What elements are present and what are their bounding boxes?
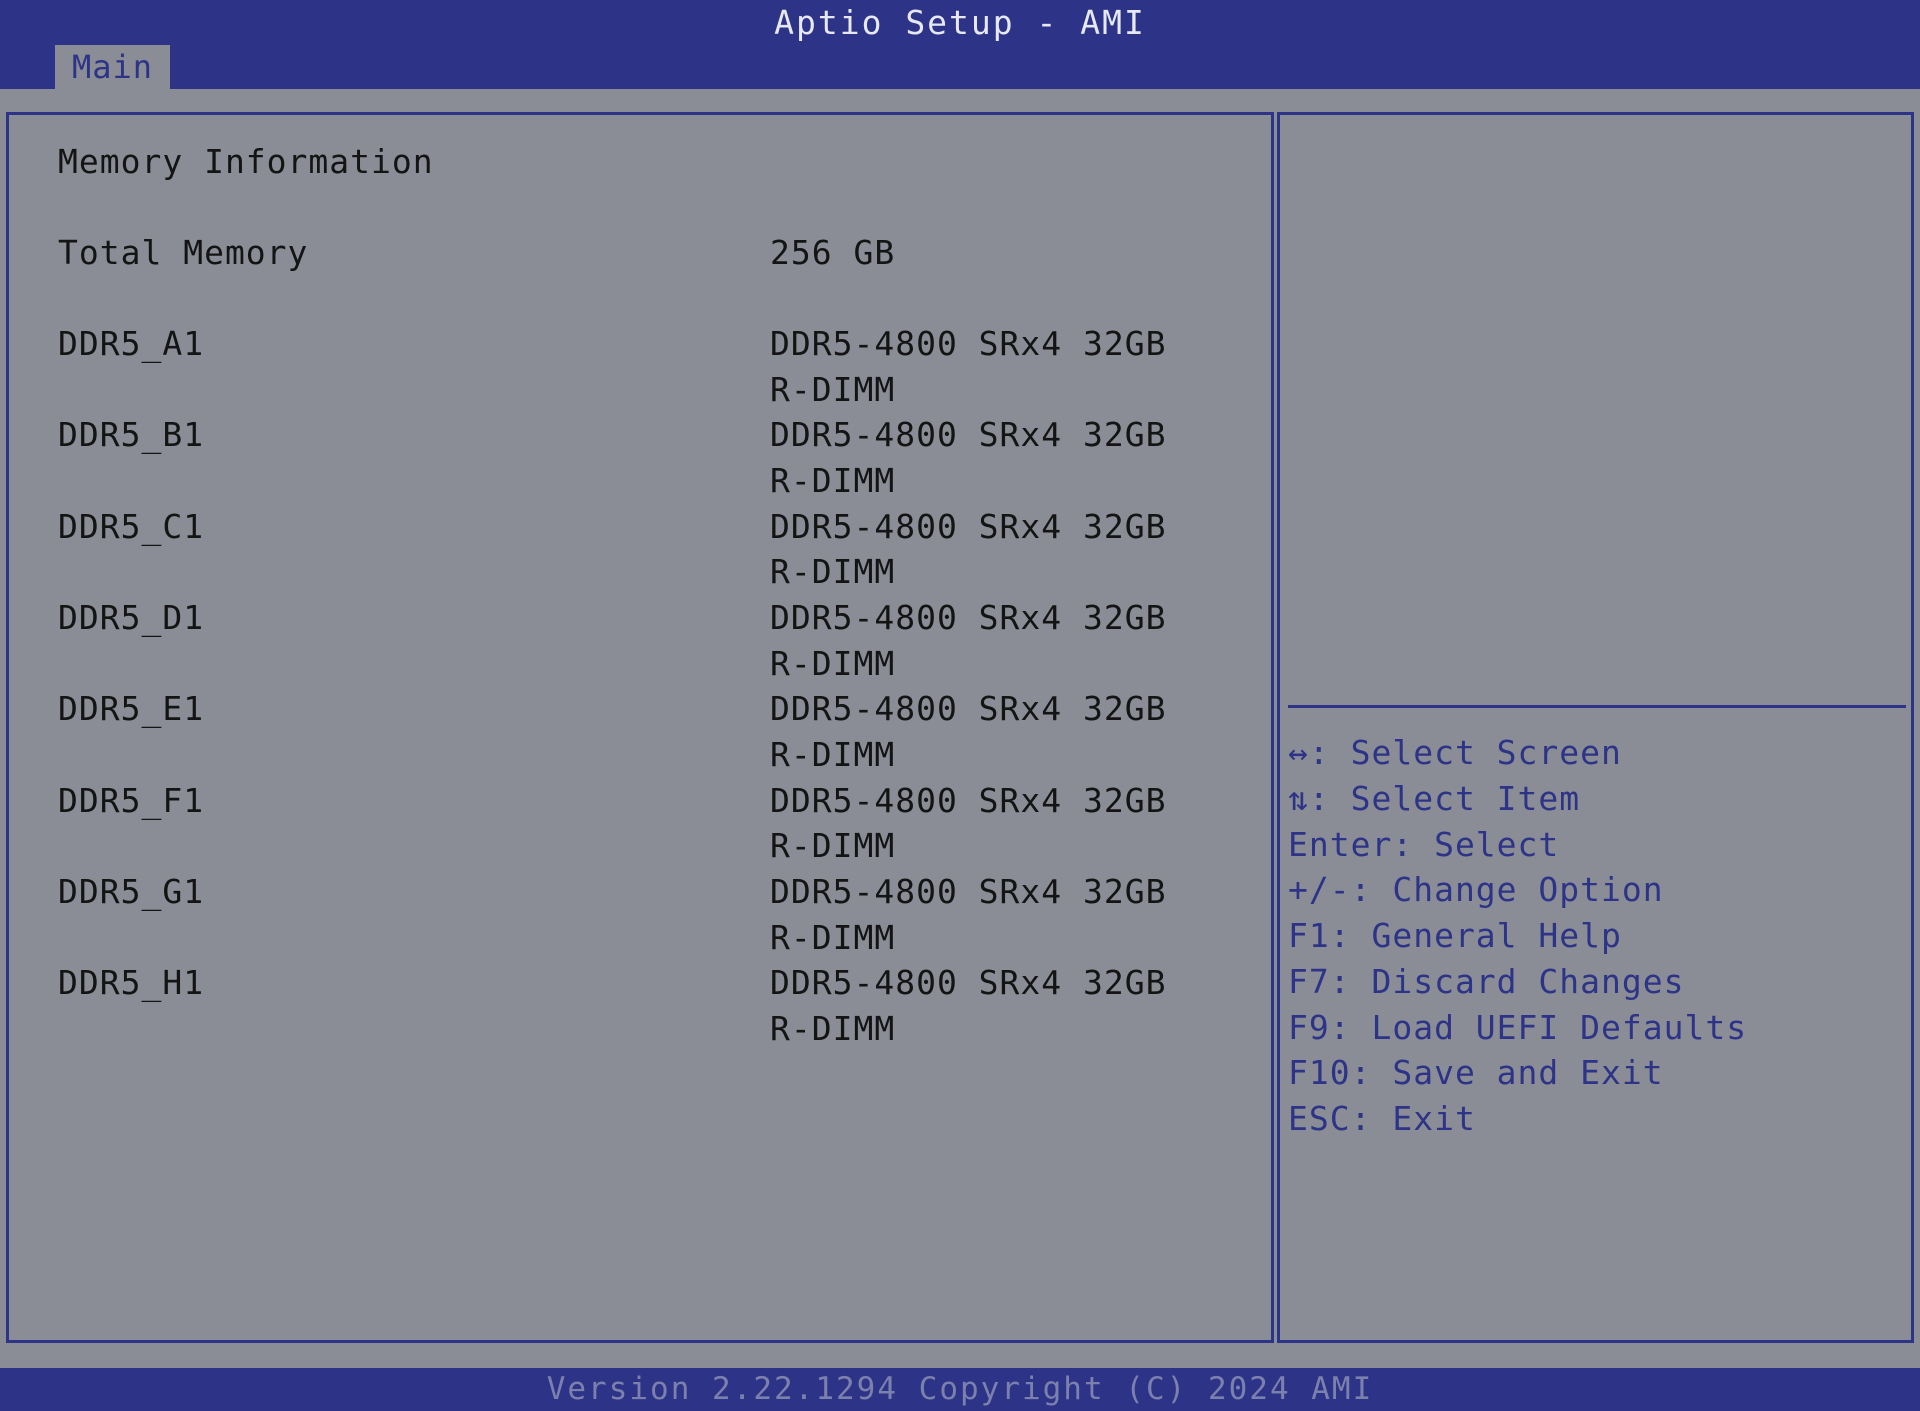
- app-title: Aptio Setup - AMI: [774, 3, 1146, 42]
- help-select-item: ⇅: Select Item: [1288, 779, 1581, 818]
- help-load-defaults: F9: Load UEFI Defaults: [1288, 1008, 1748, 1047]
- total-memory-value: 256 GB: [770, 233, 896, 272]
- help-divider: [1288, 705, 1906, 708]
- dimm-c1-label: DDR5_C1: [58, 507, 205, 546]
- help-select-screen: ↔: Select Screen: [1288, 733, 1622, 772]
- dimm-h1-type: R-DIMM: [770, 1009, 896, 1048]
- dimm-g1-label: DDR5_G1: [58, 872, 205, 911]
- dimm-f1-label: DDR5_F1: [58, 781, 205, 820]
- dimm-d1-type: R-DIMM: [770, 644, 896, 683]
- header-bar: Aptio Setup - AMI Main: [0, 0, 1920, 89]
- dimm-f1-value: DDR5-4800 SRx4 32GB: [770, 781, 1167, 820]
- help-enter-select: Enter: Select: [1288, 825, 1560, 864]
- dimm-h1-label: DDR5_H1: [58, 963, 205, 1002]
- dimm-b1-label: DDR5_B1: [58, 415, 205, 454]
- help-esc-exit: ESC: Exit: [1288, 1099, 1476, 1138]
- dimm-c1-value: DDR5-4800 SRx4 32GB: [770, 507, 1167, 546]
- help-save-exit: F10: Save and Exit: [1288, 1053, 1664, 1092]
- dimm-g1-type: R-DIMM: [770, 918, 896, 957]
- dimm-d1-value: DDR5-4800 SRx4 32GB: [770, 598, 1167, 637]
- footer-version: Version 2.22.1294 Copyright (C) 2024 AMI: [0, 1368, 1920, 1411]
- dimm-b1-type: R-DIMM: [770, 461, 896, 500]
- bios-screen: Aptio Setup - AMI Main Memory Informatio…: [0, 0, 1920, 1411]
- dimm-e1-label: DDR5_E1: [58, 689, 205, 728]
- help-general-help: F1: General Help: [1288, 916, 1622, 955]
- dimm-e1-value: DDR5-4800 SRx4 32GB: [770, 689, 1167, 728]
- settings-panel: Memory Information Total Memory 256 GB D…: [6, 112, 1274, 1343]
- total-memory-label: Total Memory: [58, 233, 309, 272]
- help-change-option: +/-: Change Option: [1288, 870, 1664, 909]
- dimm-h1-value: DDR5-4800 SRx4 32GB: [770, 963, 1167, 1002]
- dimm-a1-value: DDR5-4800 SRx4 32GB: [770, 324, 1167, 363]
- dimm-a1-label: DDR5_A1: [58, 324, 205, 363]
- dimm-e1-type: R-DIMM: [770, 735, 896, 774]
- dimm-b1-value: DDR5-4800 SRx4 32GB: [770, 415, 1167, 454]
- dimm-g1-value: DDR5-4800 SRx4 32GB: [770, 872, 1167, 911]
- tab-main[interactable]: Main: [55, 45, 170, 89]
- help-panel: ↔: Select Screen ⇅: Select Item Enter: S…: [1277, 112, 1914, 1343]
- dimm-c1-type: R-DIMM: [770, 552, 896, 591]
- dimm-d1-label: DDR5_D1: [58, 598, 205, 637]
- section-title: Memory Information: [58, 142, 434, 181]
- help-discard-changes: F7: Discard Changes: [1288, 962, 1685, 1001]
- dimm-f1-type: R-DIMM: [770, 826, 896, 865]
- dimm-a1-type: R-DIMM: [770, 370, 896, 409]
